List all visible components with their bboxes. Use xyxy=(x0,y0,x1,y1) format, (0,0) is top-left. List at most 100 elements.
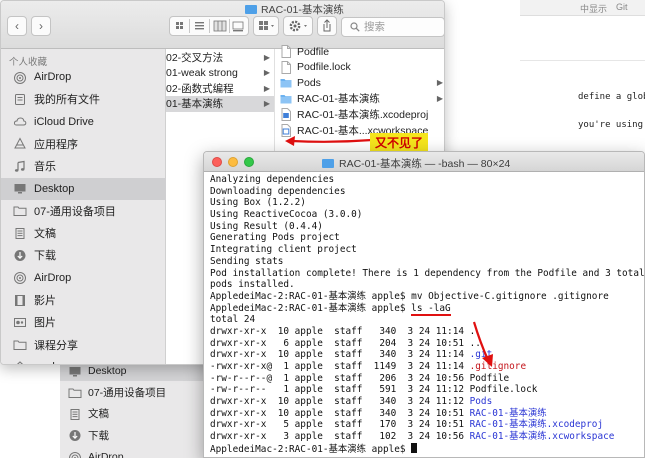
terminal-line-text: pods installed. xyxy=(210,279,295,291)
action-button[interactable] xyxy=(283,16,313,36)
terminal-line-text: drwxr-xr-x 10 apple staff 340 3 24 11:14 xyxy=(210,349,470,361)
terminal-line-text: AppledeiMac-2:RAC-01-基本演练 apple$ mv Obje… xyxy=(210,290,609,302)
terminal-line: Generating Pods project xyxy=(210,232,642,244)
airdrop-icon xyxy=(13,71,27,84)
sidebar-item[interactable]: 我的所有文件 xyxy=(1,88,166,110)
chevron-right-icon: ▶ xyxy=(263,99,270,108)
minimize-button[interactable] xyxy=(228,157,238,167)
share-button[interactable] xyxy=(317,16,337,36)
terminal-line: AppledeiMac-2:RAC-01-基本演练 apple$ xyxy=(210,442,642,455)
column-item-label: Podfile.lock xyxy=(297,61,351,74)
background-divider xyxy=(520,60,645,61)
terminal-line: Pod installation complete! There is 1 de… xyxy=(210,267,645,280)
share-icon xyxy=(323,19,331,32)
sidebar-item[interactable]: Desktop xyxy=(1,177,166,200)
behind-sidebar-item-label: 文稿 xyxy=(88,408,109,420)
cloud-icon xyxy=(13,115,27,128)
behind-sidebar-item[interactable]: 文稿 xyxy=(60,403,210,424)
behind-sidebar-item-label: AirDrop xyxy=(88,450,124,458)
terminal-line-text: drwxr-xr-x 3 apple staff 102 3 24 10:56 xyxy=(210,431,470,443)
sidebar-item[interactable]: 应用程序 xyxy=(1,133,166,155)
annotation-arrow-down-icon xyxy=(472,321,493,367)
terminal-line: drwxr-xr-x 5 apple staff 170 3 24 10:51 … xyxy=(210,419,642,431)
finder-title-text: RAC-01-基本演练 xyxy=(261,4,344,16)
column-item[interactable]: 01-weak strong ▶ xyxy=(166,65,274,81)
terminal-line: AppledeiMac-2:RAC-01-基本演练 apple$ mv Obje… xyxy=(210,291,642,303)
sidebar-item-label: 下载 xyxy=(34,250,56,263)
terminal-window[interactable]: RAC-01-基本演练 — -bash — 80×24 Analyzing de… xyxy=(203,151,645,458)
documents-icon xyxy=(13,227,27,240)
column-item[interactable]: Podfile.lock xyxy=(275,60,444,75)
column-item-label: Pods xyxy=(297,76,321,89)
sidebar-item[interactable]: iCloud Drive xyxy=(1,111,166,133)
behind-sidebar-item[interactable]: 下载 xyxy=(60,425,210,446)
terminal-line: -rw-r--r--@ 1 apple staff 206 3 24 10:56… xyxy=(210,373,642,385)
finder-toolbar: RAC-01-基本演练 ‹ › 搜索 xyxy=(1,1,444,49)
terminal-line-text: drwxr-xr-x 10 apple staff 340 3 24 11:14… xyxy=(210,325,476,337)
terminal-line: Using Box (1.2.2) xyxy=(210,197,642,209)
column-item[interactable]: 02-函数式编程 ▶ xyxy=(166,80,274,96)
terminal-cursor xyxy=(411,442,418,453)
folder-icon xyxy=(322,159,334,168)
behind-sidebar-item[interactable]: AirDrop xyxy=(60,446,210,458)
column-item[interactable]: 01-基本演练 ▶ xyxy=(166,95,274,112)
terminal-line-text: Downloading dependencies xyxy=(210,185,346,197)
forward-button[interactable]: › xyxy=(31,16,51,36)
folder-icon xyxy=(280,92,292,105)
search-input[interactable]: 搜索 xyxy=(341,17,444,37)
sidebar-item-label: 音乐 xyxy=(34,161,56,174)
sidebar-item[interactable]: AirDrop xyxy=(1,267,166,289)
background-text-line: define a globa xyxy=(578,92,645,102)
sidebar-item-label: apple xyxy=(34,361,61,364)
terminal-line-text: Pod installation complete! There is 1 de… xyxy=(210,267,645,279)
sidebar-item[interactable]: 下载 xyxy=(1,244,166,266)
sidebar-item[interactable]: AirDrop xyxy=(1,66,166,88)
column-item[interactable]: Pods ▶ xyxy=(275,75,444,90)
terminal-line: drwxr-xr-x 3 apple staff 102 3 24 10:56 … xyxy=(210,431,642,443)
terminal-line: -rw-r--r-- 1 apple staff 591 3 24 11:12 … xyxy=(210,384,642,396)
behind-sidebar-item-label: Desktop xyxy=(88,364,127,377)
sidebar-item-label: Desktop xyxy=(34,182,75,195)
terminal-line: Downloading dependencies xyxy=(210,186,642,198)
file-icon xyxy=(280,45,292,58)
terminal-line: AppledeiMac-2:RAC-01-基本演练 apple$ ls -laG xyxy=(210,303,642,315)
terminal-line-text: Integrating client project xyxy=(210,244,357,256)
arrange-button[interactable] xyxy=(253,16,279,36)
terminal-output[interactable]: Analyzing dependencies Downloading depend… xyxy=(210,174,645,455)
sidebar-item[interactable]: 影片 xyxy=(1,289,166,311)
zoom-button[interactable] xyxy=(244,157,254,167)
arrange-icon xyxy=(259,21,274,30)
terminal-line: -rwxr-xr-x@ 1 apple staff 1149 3 24 11:1… xyxy=(210,361,642,373)
column-item[interactable]: 02-交叉方法 ▶ xyxy=(166,49,274,65)
close-button[interactable] xyxy=(212,157,222,167)
sidebar-item[interactable]: 07-通用设备项目 xyxy=(1,200,166,222)
background-tab-text: 中显示 xyxy=(580,4,608,14)
terminal-title-text: RAC-01-基本演练 — -bash — 80×24 xyxy=(339,158,511,170)
annotation-underline xyxy=(411,313,451,316)
all-files-icon xyxy=(13,93,27,106)
terminal-line-text: drwxr-xr-x 10 apple staff 340 3 24 11:12 xyxy=(210,396,470,408)
xcodeproj-icon xyxy=(280,107,292,121)
sidebar-item-label: 07-通用设备项目 xyxy=(34,205,116,218)
sidebar-item-label: 我的所有文件 xyxy=(34,94,100,107)
movies-icon xyxy=(13,294,27,307)
sidebar-item[interactable]: 音乐 xyxy=(1,155,166,177)
sidebar-item[interactable]: apple xyxy=(1,356,166,364)
behind-sidebar-item[interactable]: 07-通用设备项目 xyxy=(60,382,210,403)
terminal-title: RAC-01-基本演练 — -bash — 80×24 xyxy=(322,156,510,171)
folder-icon xyxy=(13,338,27,351)
back-button[interactable]: ‹ xyxy=(7,16,27,36)
column-item[interactable]: RAC-01-基本演练 ▶ xyxy=(275,91,444,106)
view-mode-buttons[interactable] xyxy=(169,16,249,36)
sidebar-item[interactable]: 课程分享 xyxy=(1,334,166,356)
home-icon xyxy=(13,360,27,364)
terminal-line-text: RAC-01-基本演练.xcodeproj xyxy=(469,419,604,431)
column-item[interactable]: RAC-01-基本演练.xcodeproj xyxy=(275,107,444,122)
terminal-line-text: total 24 xyxy=(210,314,256,326)
sidebar-item[interactable]: 文稿 xyxy=(1,222,166,244)
chevron-right-icon: ▶ xyxy=(436,78,443,88)
folder-icon xyxy=(245,5,257,14)
screen: 中显示 Git define a globa you're using S De… xyxy=(0,0,645,458)
column-item[interactable]: Podfile xyxy=(275,44,444,59)
sidebar-item[interactable]: 图片 xyxy=(1,311,166,333)
